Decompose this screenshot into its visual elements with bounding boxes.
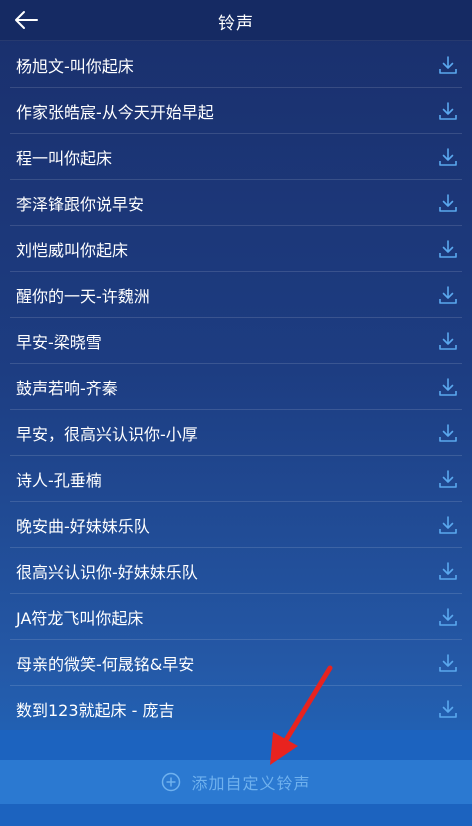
ringtone-row[interactable]: 程一叫你起床 [10, 134, 462, 180]
bottom-band [0, 804, 472, 826]
ringtone-name: 母亲的微笑-何晟铭&早安 [16, 654, 195, 674]
ringtone-name: 刘恺威叫你起床 [16, 240, 129, 260]
download-button[interactable] [434, 419, 462, 447]
app-header: 铃声 [0, 0, 472, 41]
ringtone-name: 醒你的一天-许魏洲 [16, 286, 150, 306]
download-icon [439, 101, 457, 120]
ringtone-name: 程一叫你起床 [16, 148, 113, 168]
ringtone-row[interactable]: 早安，很高兴认识你-小厚 [10, 410, 462, 456]
ringtone-row[interactable]: 刘恺威叫你起床 [10, 226, 462, 272]
download-button[interactable] [434, 281, 462, 309]
ringtone-row[interactable]: 母亲的微笑-何晟铭&早安 [10, 640, 462, 686]
download-icon [439, 285, 457, 304]
download-icon [439, 561, 457, 580]
ringtone-row[interactable]: 很高兴认识你-好妹妹乐队 [10, 548, 462, 594]
download-button[interactable] [434, 603, 462, 631]
ringtone-name: 晚安曲-好妹妹乐队 [16, 516, 150, 536]
ringtone-name: 早安，很高兴认识你-小厚 [16, 424, 198, 444]
ringtone-row[interactable]: 诗人-孔垂楠 [10, 456, 462, 502]
ringtone-name: JA符龙飞叫你起床 [16, 608, 144, 628]
ringtone-row[interactable]: 鼓声若响-齐秦 [10, 364, 462, 410]
ringtone-name: 数到123就起床 - 庞吉 [16, 700, 175, 720]
ringtone-row[interactable]: 作家张皓宸-从今天开始早起 [10, 88, 462, 134]
download-icon [439, 423, 457, 442]
download-icon [439, 699, 457, 718]
ringtone-name: 诗人-孔垂楠 [16, 470, 102, 490]
download-icon [439, 55, 457, 74]
download-icon [439, 193, 457, 212]
download-button[interactable] [434, 51, 462, 79]
plus-circle-icon [162, 772, 181, 792]
ringtone-list: 杨旭文-叫你起床作家张皓宸-从今天开始早起 程一叫你起床李泽锋跟你说早安 刘恺威叫你… [0, 42, 472, 732]
download-icon [439, 515, 457, 534]
download-button[interactable] [434, 465, 462, 493]
download-button[interactable] [434, 143, 462, 171]
download-button[interactable] [434, 189, 462, 217]
download-button[interactable] [434, 557, 462, 585]
ringtone-row[interactable]: JA符龙飞叫你起床 [10, 594, 462, 640]
download-button[interactable] [434, 235, 462, 263]
add-custom-ringtone-button[interactable]: 添加自定义铃声 [0, 760, 472, 804]
download-button[interactable] [434, 695, 462, 723]
download-icon [439, 239, 457, 258]
download-icon [439, 377, 457, 396]
ringtone-name: 杨旭文-叫你起床 [16, 56, 134, 76]
page-title: 铃声 [218, 14, 254, 34]
download-icon [439, 469, 457, 488]
download-button[interactable] [434, 373, 462, 401]
ringtone-row[interactable]: 醒你的一天-许魏洲 [10, 272, 462, 318]
list-footer-band [0, 730, 472, 760]
download-icon [439, 607, 457, 626]
ringtone-name: 鼓声若响-齐秦 [16, 378, 118, 398]
ringtone-row[interactable]: 杨旭文-叫你起床 [10, 42, 462, 88]
download-button[interactable] [434, 511, 462, 539]
ringtone-name: 很高兴认识你-好妹妹乐队 [16, 562, 198, 582]
ringtone-row[interactable]: 早安-梁晓雪 [10, 318, 462, 364]
download-button[interactable] [434, 327, 462, 355]
ringtone-row[interactable]: 数到123就起床 - 庞吉 [10, 686, 462, 732]
download-icon [439, 331, 457, 350]
download-button[interactable] [434, 97, 462, 125]
ringtone-name: 李泽锋跟你说早安 [16, 194, 145, 214]
add-custom-ringtone-label: 添加自定义铃声 [191, 774, 311, 793]
download-icon [439, 653, 457, 672]
ringtone-name: 作家张皓宸-从今天开始早起 [16, 102, 214, 122]
ringtone-row[interactable]: 李泽锋跟你说早安 [10, 180, 462, 226]
ringtone-row[interactable]: 晚安曲-好妹妹乐队 [10, 502, 462, 548]
ringtone-name: 早安-梁晓雪 [16, 332, 102, 352]
download-button[interactable] [434, 649, 462, 677]
download-icon [439, 147, 457, 166]
